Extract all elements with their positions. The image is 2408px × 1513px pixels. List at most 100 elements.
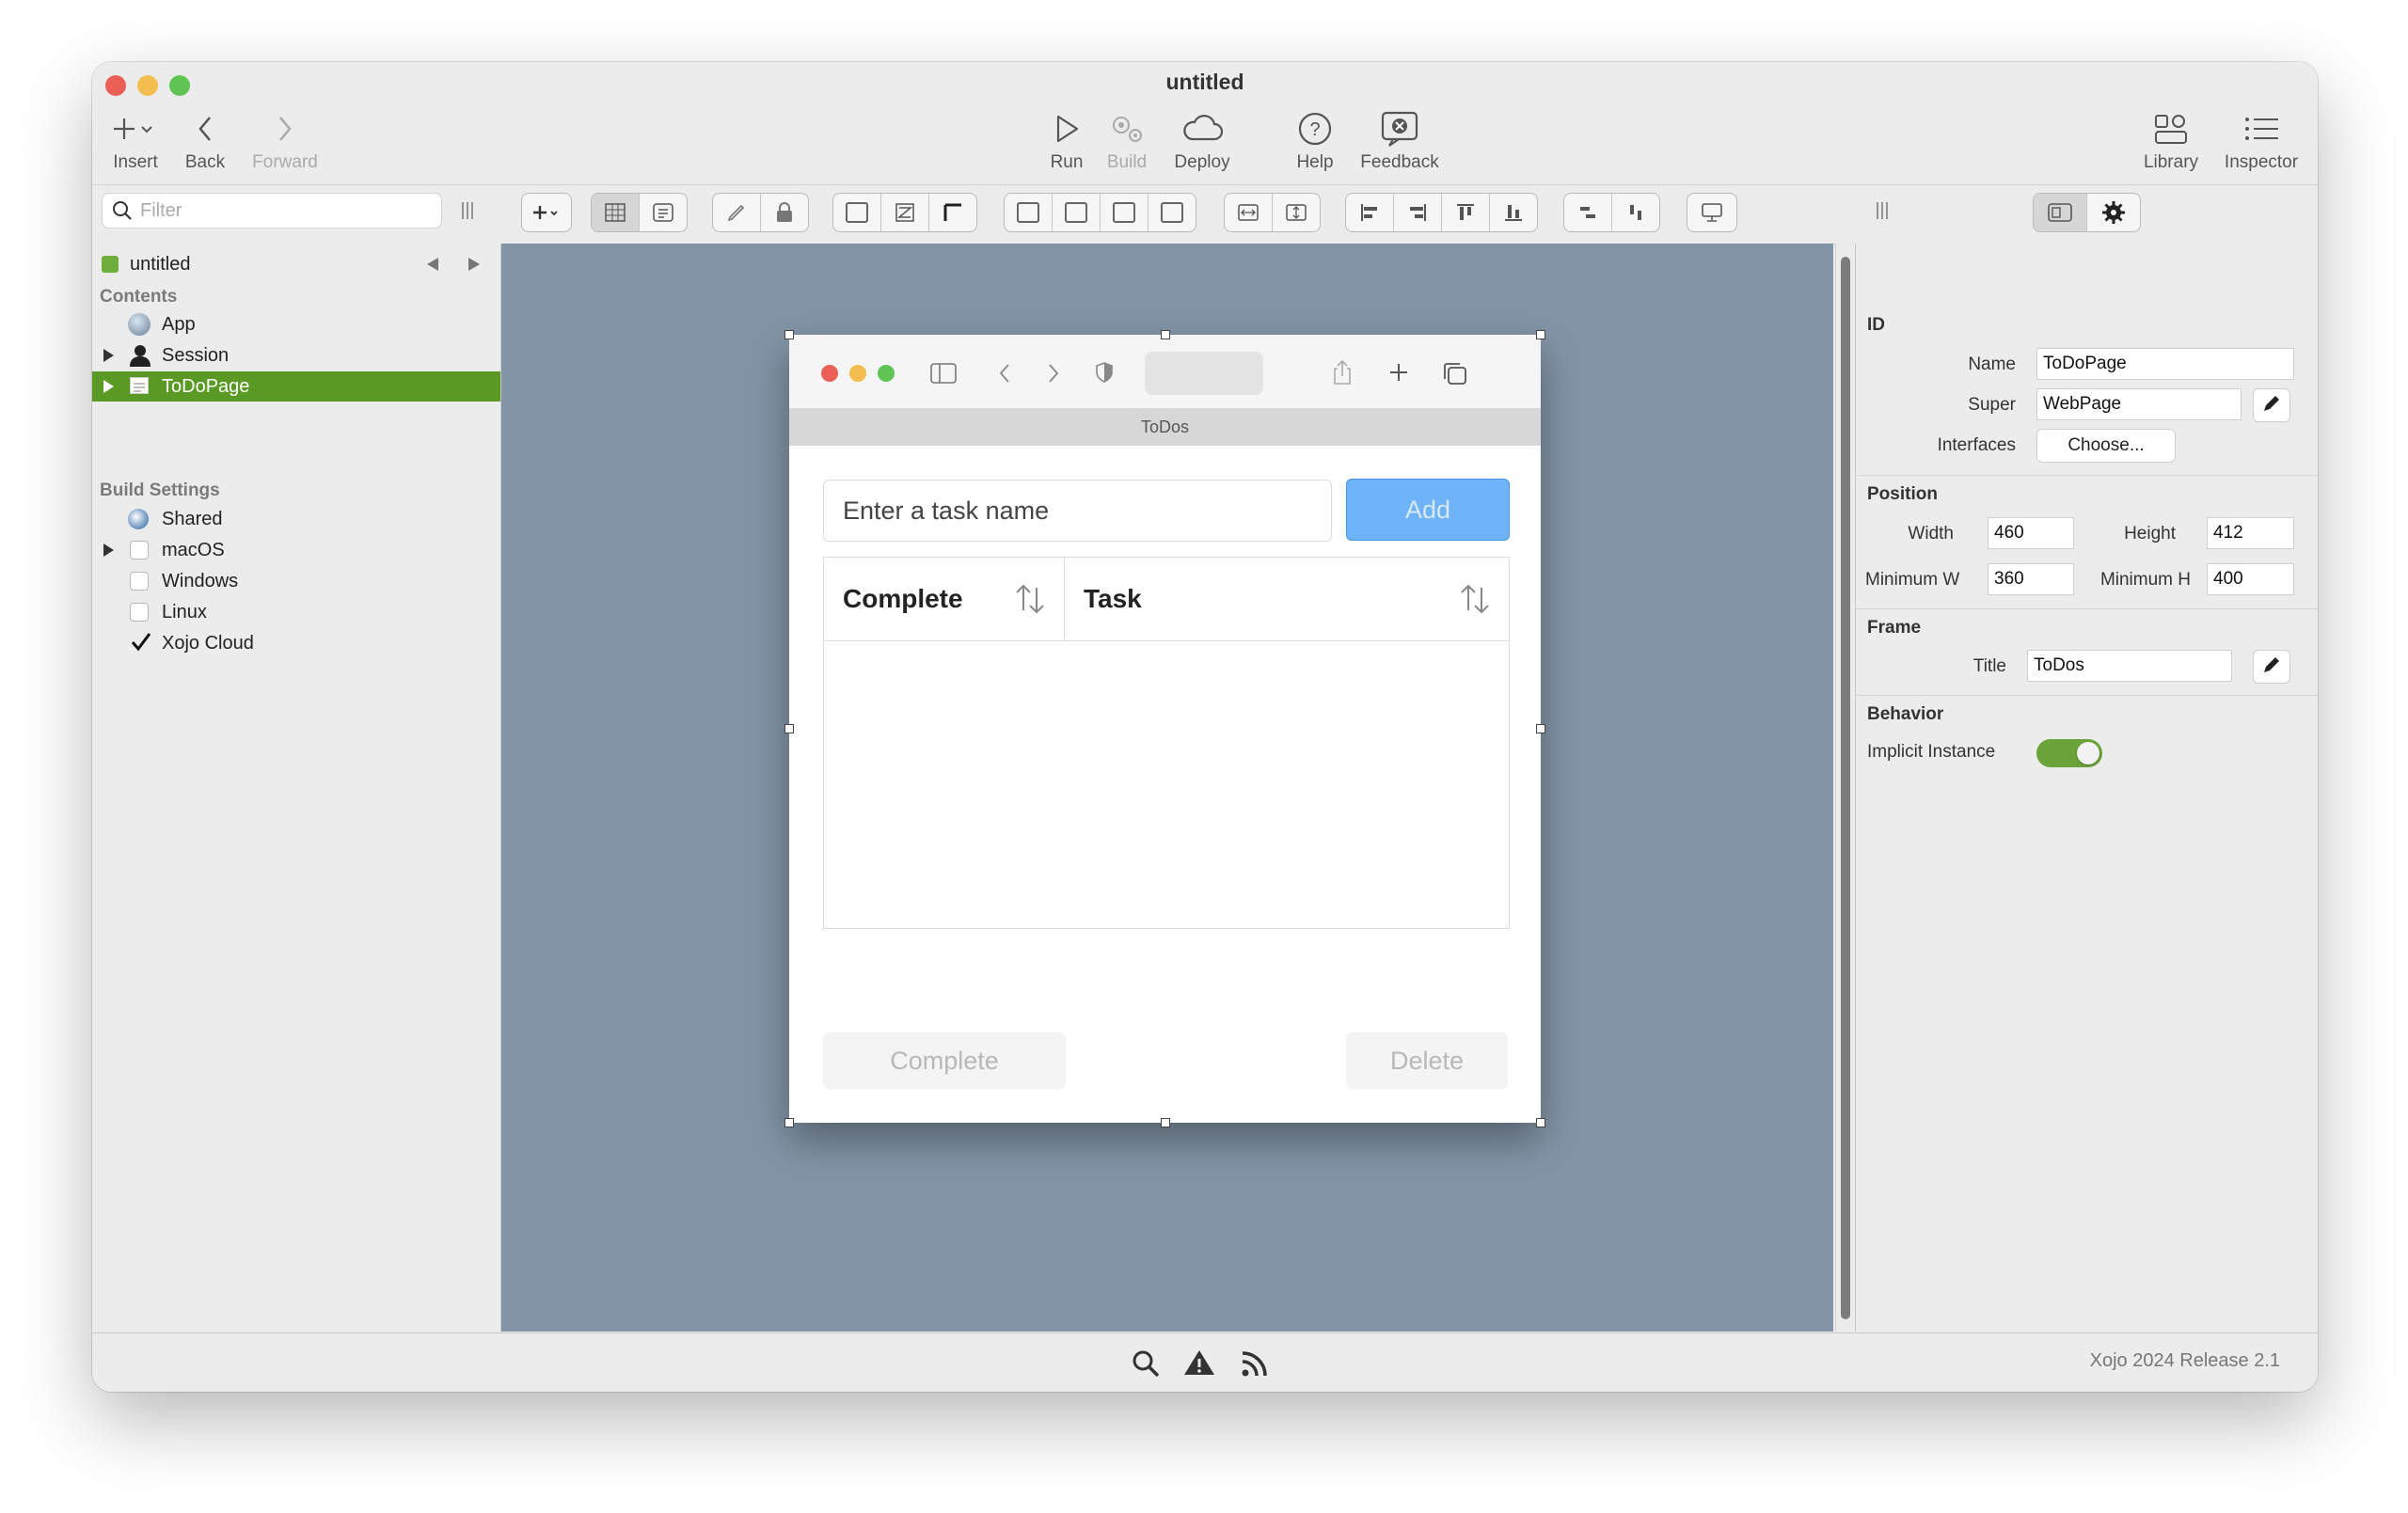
build-item-windows[interactable]: Windows bbox=[92, 566, 500, 596]
minimum-width-label: Minimum W bbox=[1865, 570, 1960, 590]
layout-editor-canvas[interactable]: ToDos Enter a task name Add Complete Tas bbox=[501, 244, 1833, 1332]
resize-handle-top-right[interactable] bbox=[1536, 330, 1545, 339]
gear-icon[interactable] bbox=[2087, 194, 2140, 231]
back-button[interactable]: Back bbox=[172, 109, 238, 173]
filter-field[interactable]: Filter bbox=[102, 193, 442, 229]
resize-handle-bottom-left[interactable] bbox=[784, 1118, 794, 1127]
grid-view-icon[interactable] bbox=[592, 194, 640, 231]
canvas-scrollbar[interactable] bbox=[1835, 244, 1855, 1332]
deploy-button[interactable]: Deploy bbox=[1164, 109, 1240, 173]
resize-handle-left[interactable] bbox=[784, 724, 794, 733]
width-field[interactable]: 460 bbox=[1988, 517, 2074, 549]
super-label: Super bbox=[1968, 395, 2016, 415]
name-field[interactable]: ToDoPage bbox=[2036, 348, 2294, 380]
list-icon bbox=[2214, 109, 2308, 149]
contents-header: Contents bbox=[100, 287, 178, 307]
task-name-field[interactable]: Enter a task name bbox=[823, 480, 1332, 542]
resize-handle-top-left[interactable] bbox=[784, 330, 794, 339]
inspector-divider-handle[interactable] bbox=[1876, 200, 1889, 226]
align-left-icon[interactable] bbox=[1346, 194, 1394, 231]
web-page-preview[interactable]: ToDos Enter a task name Add Complete Tas bbox=[784, 330, 1545, 1127]
build-item-shared[interactable]: Shared bbox=[92, 504, 500, 534]
interfaces-choose-button[interactable]: Choose... bbox=[2036, 429, 2176, 463]
align-top-icon[interactable] bbox=[1442, 194, 1490, 231]
bring-forward-icon[interactable] bbox=[1053, 194, 1101, 231]
section-divider bbox=[1856, 695, 2318, 696]
search-icon[interactable] bbox=[1131, 1348, 1161, 1383]
preview-close-dot bbox=[821, 365, 838, 382]
title-field[interactable]: ToDos bbox=[2027, 650, 2232, 682]
warning-icon[interactable] bbox=[1183, 1348, 1215, 1381]
complete-button[interactable]: Complete bbox=[823, 1032, 1066, 1089]
send-to-back-icon[interactable] bbox=[1149, 194, 1196, 231]
disclosure-triangle-icon[interactable] bbox=[103, 544, 114, 557]
implicit-instance-toggle[interactable] bbox=[2036, 739, 2102, 767]
minimum-height-field[interactable]: 400 bbox=[2207, 563, 2294, 595]
project-name: untitled bbox=[130, 253, 191, 275]
nav-item-todopage[interactable]: ToDoPage bbox=[92, 371, 500, 402]
nav-item-label: ToDoPage bbox=[162, 375, 250, 397]
inspector-button[interactable]: Inspector bbox=[2214, 109, 2308, 173]
macos-checkbox[interactable] bbox=[130, 541, 149, 559]
distribute-horizontal-icon[interactable] bbox=[1564, 194, 1612, 231]
task-list[interactable]: Complete Task bbox=[823, 557, 1510, 929]
resize-handle-bottom[interactable] bbox=[1161, 1118, 1170, 1127]
build-item-macos[interactable]: macOS bbox=[92, 535, 500, 565]
bring-to-front-icon[interactable] bbox=[1005, 194, 1053, 231]
tab-order-icon[interactable] bbox=[881, 194, 929, 231]
add-task-button[interactable]: Add bbox=[1346, 479, 1510, 541]
resize-handle-bottom-right[interactable] bbox=[1536, 1118, 1545, 1127]
pencil-icon[interactable] bbox=[713, 194, 761, 231]
monitor-icon[interactable] bbox=[1687, 194, 1736, 231]
nav-item-app[interactable]: App bbox=[92, 309, 500, 339]
height-field[interactable]: 412 bbox=[2207, 517, 2294, 549]
disclosure-triangle-icon[interactable] bbox=[103, 349, 114, 362]
ruler-icon[interactable] bbox=[929, 194, 976, 231]
history-back-icon[interactable] bbox=[427, 258, 438, 271]
column-header-complete[interactable]: Complete bbox=[824, 558, 1065, 640]
linux-checkbox[interactable] bbox=[130, 603, 149, 622]
forward-button[interactable]: Forward bbox=[240, 109, 330, 173]
send-backward-icon[interactable] bbox=[1101, 194, 1149, 231]
align-bottom-icon[interactable] bbox=[1490, 194, 1537, 231]
align-right-icon[interactable] bbox=[1394, 194, 1442, 231]
arrange-group bbox=[1004, 193, 1196, 232]
list-view-icon[interactable] bbox=[640, 194, 687, 231]
add-menu-button[interactable] bbox=[522, 194, 571, 231]
nav-item-session[interactable]: Session bbox=[92, 340, 500, 370]
build-button[interactable]: Build bbox=[1099, 109, 1155, 173]
resize-handle-right[interactable] bbox=[1536, 724, 1545, 733]
id-card-icon[interactable] bbox=[2034, 194, 2087, 231]
filter-placeholder: Filter bbox=[140, 199, 182, 221]
super-edit-button[interactable] bbox=[2253, 388, 2290, 422]
project-row[interactable]: untitled bbox=[92, 249, 500, 279]
windows-checkbox[interactable] bbox=[130, 572, 149, 591]
insert-button[interactable]: Insert bbox=[103, 109, 167, 173]
title-label: Title bbox=[1972, 656, 2006, 676]
feedback-button[interactable]: Feedback bbox=[1353, 109, 1447, 173]
space-horizontal-icon[interactable] bbox=[1225, 194, 1273, 231]
embed-container-icon[interactable] bbox=[833, 194, 881, 231]
svg-text:?: ? bbox=[1309, 119, 1320, 140]
super-field[interactable]: WebPage bbox=[2036, 388, 2242, 420]
disclosure-triangle-icon[interactable] bbox=[103, 380, 114, 393]
column-header-task[interactable]: Task bbox=[1065, 558, 1509, 640]
minimum-width-field[interactable]: 360 bbox=[1988, 563, 2074, 595]
title-edit-button[interactable] bbox=[2253, 650, 2290, 684]
lock-icon[interactable] bbox=[761, 194, 808, 231]
library-button[interactable]: Library bbox=[2133, 109, 2209, 173]
help-button[interactable]: ? Help bbox=[1282, 109, 1348, 173]
run-button[interactable]: Run bbox=[1038, 109, 1095, 173]
feed-icon[interactable] bbox=[1240, 1348, 1270, 1383]
build-item-label: Windows bbox=[162, 570, 239, 591]
space-vertical-icon[interactable] bbox=[1273, 194, 1320, 231]
navigator-divider-handle[interactable] bbox=[461, 200, 474, 226]
scrollbar-thumb[interactable] bbox=[1841, 257, 1850, 1319]
resize-handle-top[interactable] bbox=[1161, 330, 1170, 339]
build-item-xojo-cloud[interactable]: Xojo Cloud bbox=[92, 628, 500, 658]
build-item-linux[interactable]: Linux bbox=[92, 597, 500, 627]
history-forward-icon[interactable] bbox=[468, 258, 480, 271]
delete-button[interactable]: Delete bbox=[1346, 1032, 1508, 1089]
distribute-vertical-icon[interactable] bbox=[1612, 194, 1659, 231]
checkmark-icon[interactable] bbox=[130, 632, 152, 658]
